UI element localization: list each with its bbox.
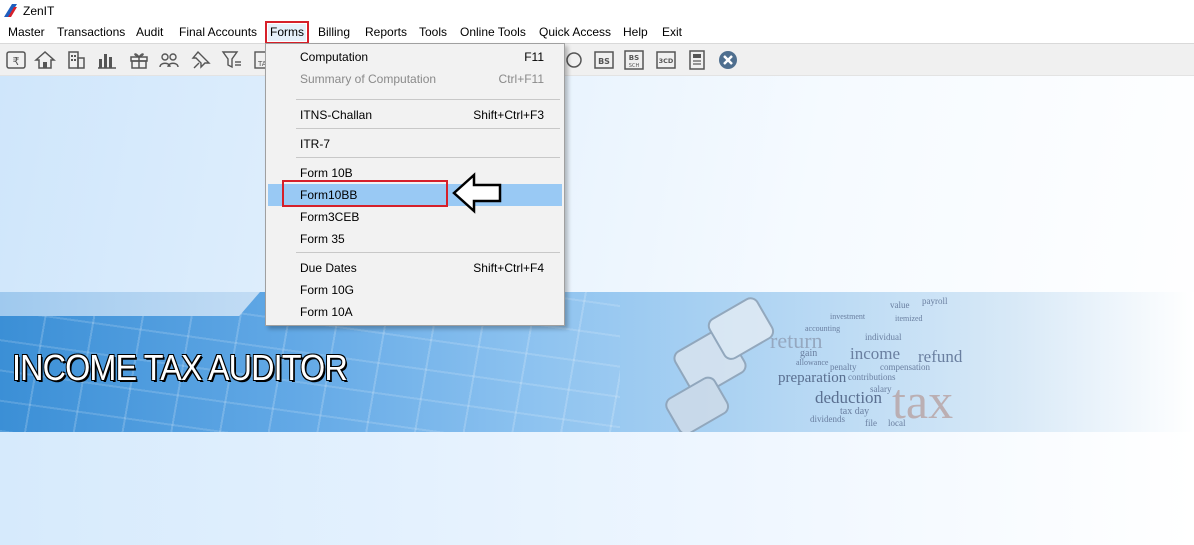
menu-separator (296, 99, 560, 100)
word-cloud-word: value (890, 300, 910, 310)
menu-item-shortcut: F11 (524, 50, 544, 64)
lower-background-band (0, 432, 1194, 545)
menu-item-form3ceb[interactable]: Form3CEB (268, 206, 562, 228)
gift-icon[interactable] (127, 48, 151, 72)
word-cloud-word: contributions (848, 372, 896, 382)
menu-item-label: Form 10G (300, 283, 355, 297)
menu-item-shortcut: Ctrl+F11 (498, 72, 544, 86)
bs-sch-icon-label-bottom: SCH (629, 63, 640, 69)
pin-icon[interactable] (189, 48, 213, 72)
menu-item-label: Form 35 (300, 232, 345, 246)
menu-item-label: ITNS-Challan (300, 108, 373, 122)
menu-tools[interactable]: Tools (417, 24, 449, 41)
users-icon[interactable] (157, 48, 181, 72)
annotation-highlight-box (282, 180, 448, 207)
word-cloud-word: tax (892, 373, 954, 429)
banner-title: INCOME TAX AUDITOR (12, 347, 348, 388)
menu-item-label: Form 10A (300, 305, 353, 319)
word-cloud-word: investment (830, 312, 866, 321)
menu-item-itns-challan[interactable]: ITNS-Challan Shift+Ctrl+F3 (268, 104, 562, 126)
menu-forms[interactable]: Forms (265, 21, 309, 44)
home-icon[interactable] (33, 48, 57, 72)
3cd-icon[interactable]: 3CD (654, 48, 678, 72)
banner-accent-bar (0, 292, 260, 316)
menu-audit[interactable]: Audit (134, 24, 165, 41)
menu-quick-access[interactable]: Quick Access (537, 24, 613, 41)
menu-item-due-dates[interactable]: Due Dates Shift+Ctrl+F4 (268, 257, 562, 279)
menu-item-label: Due Dates (300, 261, 357, 275)
form-icon[interactable] (685, 48, 709, 72)
word-cloud-word: itemized (895, 314, 923, 323)
menu-item-computation[interactable]: Computation F11 (268, 46, 562, 68)
word-cloud-word: compensation (880, 362, 930, 372)
word-cloud-word: allowance (796, 358, 829, 367)
bs-sch-icon-label-top: BS (629, 54, 639, 62)
building-icon[interactable] (64, 48, 88, 72)
menu-item-shortcut: Shift+Ctrl+F4 (473, 261, 544, 275)
app-banner: INCOME TAX AUDITOR value payroll investm… (0, 292, 1194, 432)
menu-item-form-10a[interactable]: Form 10A (268, 301, 562, 323)
title-bar: ZenIT (0, 0, 1194, 22)
menu-help[interactable]: Help (621, 24, 650, 41)
close-circle-icon[interactable] (716, 48, 740, 72)
menu-master[interactable]: Master (6, 24, 47, 41)
bs-icon[interactable]: BS (592, 48, 616, 72)
menu-billing[interactable]: Billing (316, 24, 352, 41)
menu-exit[interactable]: Exit (660, 24, 684, 41)
menu-item-form-10g[interactable]: Form 10G (268, 279, 562, 301)
menu-item-label: ITR-7 (300, 137, 330, 151)
menu-item-shortcut: Shift+Ctrl+F3 (473, 108, 544, 122)
3cd-icon-label: 3CD (659, 57, 674, 65)
globe-icon[interactable] (562, 48, 586, 72)
word-cloud-word: income (850, 344, 901, 363)
menu-separator (296, 157, 560, 158)
word-cloud-word: payroll (922, 296, 948, 306)
menu-separator (296, 128, 560, 129)
menu-item-label: Form3CEB (300, 210, 360, 224)
menu-item-summary-of-computation[interactable]: Summary of Computation Ctrl+F11 (268, 68, 562, 90)
bs-icon-label: BS (598, 57, 610, 66)
word-cloud-word: preparation (778, 370, 847, 386)
menu-reports[interactable]: Reports (363, 24, 409, 41)
menu-item-itr-7[interactable]: ITR-7 (268, 133, 562, 155)
app-logo-icon (4, 4, 17, 17)
svg-text:₹: ₹ (13, 55, 20, 68)
rupee-book-icon[interactable]: ₹ (4, 48, 28, 72)
menu-item-label: Summary of Computation (300, 72, 437, 86)
bar-chart-icon[interactable] (95, 48, 119, 72)
bs-sch-icon[interactable]: BS SCH (622, 48, 646, 72)
word-cloud-word: file (865, 418, 877, 428)
filter-icon[interactable] (220, 48, 244, 72)
annotation-arrow-icon (452, 172, 502, 214)
menu-item-label: Computation (300, 50, 369, 64)
menu-bar: Master Transactions Audit Final Accounts… (0, 21, 1194, 44)
menu-online-tools[interactable]: Online Tools (458, 24, 528, 41)
menu-final-accounts[interactable]: Final Accounts (177, 24, 259, 41)
banner-word-cloud: value payroll investment itemized accoun… (770, 292, 1030, 432)
word-cloud-word: dividends (810, 414, 845, 424)
word-cloud-word: individual (865, 332, 902, 342)
menu-separator (296, 252, 560, 253)
toolbar: ₹ TA BS BS SCH 3CD (0, 44, 1194, 76)
menu-item-form-35[interactable]: Form 35 (268, 228, 562, 250)
menu-transactions[interactable]: Transactions (55, 24, 127, 41)
word-cloud-word: deduction (815, 388, 883, 407)
window-title: ZenIT (23, 4, 55, 18)
